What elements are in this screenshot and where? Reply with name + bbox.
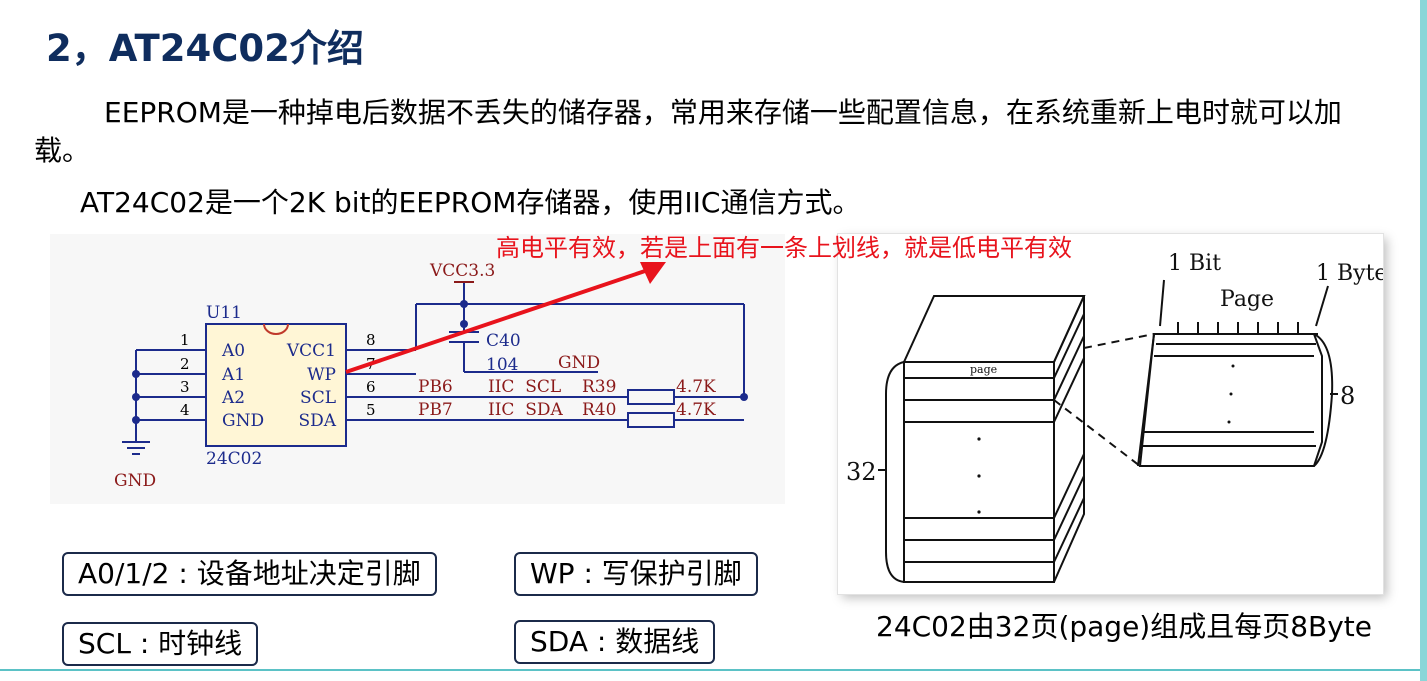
right-edge-bar	[1420, 0, 1427, 681]
pin-desc-wp: WP : 写保护引脚	[514, 552, 758, 596]
wp-annotation: 高电平有效，若是上面有一条上划线，就是低电平有效	[496, 234, 1072, 262]
memory-caption: 24C02由32页(page)组成且每页8Byte	[876, 610, 1373, 643]
pin-desc-address: A0/1/2 : 设备地址决定引脚	[62, 552, 437, 596]
pin-desc-scl: SCL : 时钟线	[62, 622, 259, 666]
pin-desc-sda: SDA : 数据线	[514, 620, 716, 664]
bottom-divider	[0, 669, 1427, 671]
